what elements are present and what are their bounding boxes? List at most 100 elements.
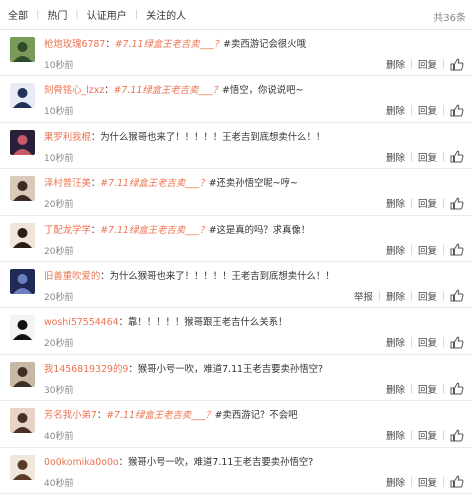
timestamp: 30秒前	[44, 385, 74, 396]
comment-text: #卖西游记会很火哦	[223, 39, 307, 50]
timestamp: 20秒前	[44, 246, 74, 257]
like-thumb-icon[interactable]	[450, 243, 464, 256]
comment-list: 枪炮玫瑰6787：#7.11绿盒王老吉卖___？#卖西游记会很火哦 10秒前 删…	[0, 30, 472, 494]
username-link[interactable]: 泽村普汪美	[44, 178, 91, 189]
comment-actions: 删除 回复	[380, 475, 464, 489]
hashtag-link[interactable]: #7.11绿盒王老吉卖___？	[106, 410, 214, 421]
action-separator	[443, 198, 444, 209]
reply-button[interactable]: 回复	[412, 289, 443, 303]
action-separator	[443, 59, 444, 69]
timestamp: 20秒前	[44, 339, 74, 350]
timestamp: 40秒前	[44, 432, 74, 443]
avatar[interactable]	[10, 408, 35, 434]
tab-verified-users[interactable]: 认证用户	[79, 7, 135, 22]
delete-button[interactable]: 删除	[380, 243, 411, 257]
delete-button[interactable]: 删除	[380, 382, 411, 396]
hashtag-link[interactable]: #7.11绿盒王老吉卖___？	[100, 178, 208, 189]
delete-button[interactable]: 删除	[380, 428, 411, 442]
reply-button[interactable]: 回复	[412, 475, 443, 489]
avatar[interactable]	[10, 454, 35, 480]
username-link[interactable]: 枪炮玫瑰6787	[44, 39, 105, 50]
comment-line: 丁配龙学学：#7.11绿盒王老吉卖___？#这是真的吗？求真像！	[44, 222, 464, 236]
comment-meta: 20秒前 删除 回复	[44, 243, 464, 257]
like-thumb-icon[interactable]	[450, 197, 464, 210]
reply-button[interactable]: 回复	[412, 428, 443, 442]
comment-line: 0o0komika0o0o：猴哥小号一吹，难道7.11王老吉要卖孙悟空?	[44, 454, 464, 468]
action-separator	[443, 383, 444, 394]
colon: ：	[118, 317, 128, 329]
avatar[interactable]	[10, 315, 35, 341]
action-separator	[443, 430, 444, 441]
like-thumb-icon[interactable]	[450, 382, 464, 395]
comment-line: 我1456819329的9：猴哥小号一吹，难道7.11王老吉要卖孙悟空?	[44, 361, 464, 375]
like-thumb-icon[interactable]	[450, 289, 464, 302]
timestamp: 40秒前	[44, 478, 74, 489]
comment-count: 共36条	[433, 13, 466, 24]
like-thumb-icon[interactable]	[450, 58, 464, 71]
avatar[interactable]	[10, 37, 35, 62]
like-thumb-icon[interactable]	[450, 104, 464, 117]
colon: ：	[100, 270, 110, 282]
avatar[interactable]	[10, 361, 35, 387]
username-link[interactable]: 旧善重吹爱的	[44, 271, 100, 282]
username-link[interactable]: woshi57554464	[44, 317, 119, 328]
comment-row: 丁配龙学学：#7.11绿盒王老吉卖___？#这是真的吗？求真像！ 20秒前 删除…	[0, 216, 472, 262]
delete-button[interactable]: 删除	[380, 57, 411, 71]
comment-actions: 删除 回复	[380, 57, 464, 71]
hashtag-link[interactable]: #7.11绿盒王老吉卖___？	[114, 85, 222, 96]
comment-text: #悟空，你说说吧~	[222, 85, 304, 97]
reply-button[interactable]: 回复	[412, 382, 443, 396]
comment-meta: 20秒前 删除 回复	[44, 196, 464, 210]
reply-button[interactable]: 回复	[412, 196, 443, 210]
avatar[interactable]	[10, 268, 35, 294]
action-separator	[443, 244, 444, 255]
colon: ：	[118, 456, 129, 468]
tab-following[interactable]: 关注的人	[138, 7, 194, 22]
comment-actions: 删除 回复	[380, 243, 464, 257]
comment-actions: 删除 回复	[380, 428, 464, 442]
reply-button[interactable]: 回复	[412, 57, 443, 71]
username-link[interactable]: 丁配龙学学	[44, 225, 91, 236]
like-thumb-icon[interactable]	[450, 336, 464, 349]
like-thumb-icon[interactable]	[450, 429, 464, 442]
like-thumb-icon[interactable]	[450, 150, 464, 163]
like-thumb-icon[interactable]	[450, 475, 464, 488]
hashtag-link[interactable]: #7.11绿盒王老吉卖___？	[100, 225, 208, 236]
timestamp: 10秒前	[44, 107, 74, 118]
reply-button[interactable]: 回复	[412, 243, 443, 257]
tab-all[interactable]: 全部	[6, 7, 36, 22]
username-link[interactable]: 果罗利我棍	[44, 132, 91, 143]
avatar[interactable]	[10, 176, 35, 202]
comment-meta: 10秒前 删除 回复	[44, 150, 464, 164]
comment-meta: 20秒前 删除 回复	[44, 335, 464, 349]
reply-button[interactable]: 回复	[412, 150, 443, 164]
colon: ：	[90, 224, 101, 236]
delete-button[interactable]: 删除	[380, 289, 411, 303]
hashtag-link[interactable]: #7.11绿盒王老吉卖___？	[115, 39, 223, 50]
avatar[interactable]	[10, 222, 35, 248]
tab-hot[interactable]: 热门	[39, 7, 75, 22]
avatar[interactable]	[10, 83, 35, 109]
comment-line: woshi57554464：靠！！！！！猴哥跟王老吉什么关系！	[44, 314, 464, 328]
reply-button[interactable]: 回复	[412, 335, 443, 349]
comment-line: 泽村普汪美：#7.11绿盒王老吉卖___？#还卖孙悟空呢~哼~	[44, 175, 464, 189]
delete-button[interactable]: 删除	[380, 475, 411, 489]
avatar[interactable]	[10, 129, 35, 155]
delete-button[interactable]: 删除	[380, 196, 411, 210]
reply-button[interactable]: 回复	[412, 103, 443, 117]
comment-line: 旧善重吹爱的：为什么猴哥也来了！！！！！王老吉到底想卖什么！！	[44, 268, 464, 282]
delete-button[interactable]: 删除	[380, 103, 411, 117]
username-link[interactable]: 刻骨铭心_lzxz	[44, 85, 104, 96]
comment-meta: 20秒前 举报 删除 回复	[44, 289, 464, 303]
delete-button[interactable]: 删除	[380, 150, 411, 164]
username-link[interactable]: 0o0komika0o0o	[44, 457, 119, 468]
colon: ：	[104, 85, 114, 97]
timestamp: 20秒前	[44, 292, 74, 303]
delete-button[interactable]: 删除	[380, 335, 411, 349]
username-link[interactable]: 芳名我小弟7	[44, 410, 97, 421]
comment-row: 我1456819329的9：猴哥小号一吹，难道7.11王老吉要卖孙悟空? 30秒…	[0, 355, 472, 402]
username-link[interactable]: 我1456819329的9	[44, 364, 128, 375]
report-button[interactable]: 举报	[348, 289, 379, 303]
comment-row: 刻骨铭心_lzxz：#7.11绿盒王老吉卖___？#悟空，你说说吧~ 10秒前 …	[0, 76, 472, 123]
comment-line: 果罗利我棍：为什么猴哥也来了！！！！！王老吉到底想卖什么！！	[44, 129, 464, 143]
